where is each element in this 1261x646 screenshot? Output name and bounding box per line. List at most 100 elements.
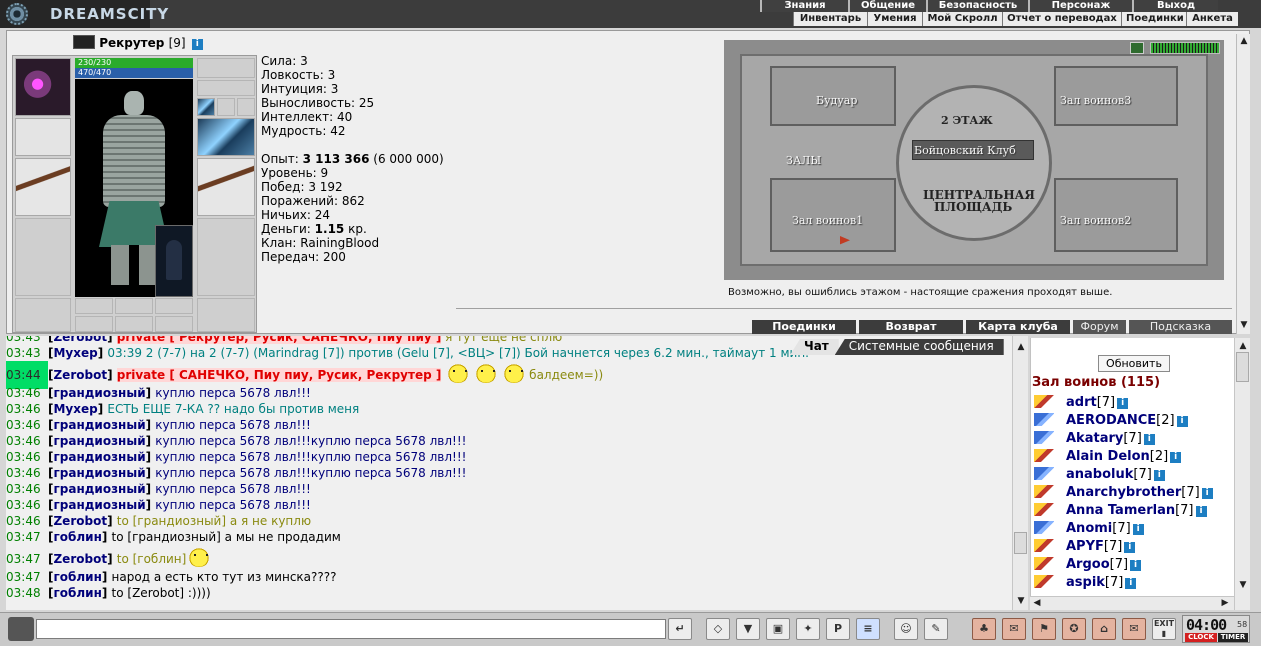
private-arrow-icon[interactable]: [1034, 539, 1054, 552]
smiles-person-icon[interactable]: ✦: [796, 618, 820, 640]
message-nick[interactable]: [грандиозный]: [48, 386, 155, 400]
chat-scroll-thumb[interactable]: [1014, 532, 1027, 554]
user-name[interactable]: Anna Tamerlan: [1066, 503, 1175, 518]
main-scrollbar[interactable]: ▲ ▼: [1236, 34, 1250, 334]
forum-button[interactable]: Форум: [1073, 320, 1126, 334]
menu-security[interactable]: Безопасность: [926, 0, 1028, 12]
info-icon[interactable]: i: [1201, 488, 1213, 499]
hscroll-left-icon[interactable]: ◀: [1032, 598, 1042, 608]
submenu-transfer-report[interactable]: Отчет о переводах: [1002, 12, 1121, 26]
necklace-slot[interactable]: [197, 80, 255, 96]
user-list-item[interactable]: aspik[7] i: [1034, 575, 1213, 593]
user-list-item[interactable]: adrt[7] i: [1034, 395, 1213, 413]
message-nick[interactable]: [грандиозный]: [48, 498, 155, 512]
private-arrow-icon[interactable]: [1034, 413, 1054, 426]
message-time[interactable]: 03:46: [6, 385, 48, 401]
extra-slot-2[interactable]: [237, 98, 255, 116]
amulet-slot[interactable]: [15, 58, 71, 116]
message-nick[interactable]: [гоблин]: [48, 586, 112, 600]
exit-icon[interactable]: EXIT ▮: [1152, 618, 1176, 640]
tab-chat[interactable]: Чат: [790, 339, 839, 355]
ring2-slot[interactable]: [115, 298, 153, 314]
label-square-2[interactable]: ПЛОЩАДЬ: [934, 200, 1012, 214]
userlist-scroll-down-icon[interactable]: ▼: [1238, 580, 1248, 590]
message-time[interactable]: 03:46: [6, 449, 48, 465]
rune2-slot[interactable]: [115, 316, 153, 332]
message-nick[interactable]: [Мухер]: [48, 402, 107, 416]
right-weapon-slot[interactable]: [197, 158, 255, 216]
message-time[interactable]: 03:48: [6, 585, 48, 601]
belt-slot[interactable]: [15, 298, 71, 332]
private-arrow-icon[interactable]: [1034, 467, 1054, 480]
user-list-item[interactable]: Anarchybrother[7] i: [1034, 485, 1213, 503]
pet-image[interactable]: [155, 225, 193, 297]
club-map-button[interactable]: Карта клуба: [966, 320, 1070, 334]
refresh-button[interactable]: Обновить: [1098, 355, 1170, 372]
label-hall2[interactable]: Зал воинов2: [1060, 214, 1131, 227]
sound-control[interactable]: [1130, 42, 1222, 54]
message-time[interactable]: 03:43: [6, 336, 48, 345]
message-nick[interactable]: [гоблин]: [48, 530, 112, 544]
user-list-item[interactable]: anaboluk[7] i: [1034, 467, 1213, 485]
private-arrow-icon[interactable]: [1034, 395, 1054, 408]
user-list-item[interactable]: Argoo[7] i: [1034, 557, 1213, 575]
message-time[interactable]: 03:46: [6, 417, 48, 433]
message-nick[interactable]: [Zerobot]: [48, 368, 117, 382]
menu-exit[interactable]: Выход: [1132, 0, 1218, 12]
message-time[interactable]: 03:46: [6, 433, 48, 449]
message-nick[interactable]: [грандиозный]: [48, 482, 155, 496]
menu-social[interactable]: Общение: [848, 0, 926, 12]
character-avatar[interactable]: [75, 79, 193, 297]
info-icon[interactable]: i: [1195, 506, 1207, 517]
earring-slot[interactable]: [197, 58, 255, 78]
message-time[interactable]: 03:46: [6, 465, 48, 481]
menu-character[interactable]: Персонаж: [1028, 0, 1132, 12]
user-list-item[interactable]: Akatary[7] i: [1034, 431, 1213, 449]
user-list-item[interactable]: Alain Delon[2] i: [1034, 449, 1213, 467]
sound-icon[interactable]: [1130, 42, 1144, 54]
user-list-item[interactable]: APYF[7] i: [1034, 539, 1213, 557]
info-icon[interactable]: i: [1170, 452, 1182, 463]
boots-slot[interactable]: [197, 298, 255, 332]
clock-label[interactable]: CLOCK: [1185, 633, 1217, 642]
chat-scroll-up-icon[interactable]: ▲: [1016, 342, 1026, 352]
message-time[interactable]: 03:47: [6, 569, 48, 585]
info-icon[interactable]: i: [1117, 398, 1129, 409]
userlist-scroll-up-icon[interactable]: ▲: [1238, 341, 1248, 351]
info-icon[interactable]: i: [1125, 578, 1137, 589]
user-name[interactable]: Anarchybrother: [1066, 485, 1181, 500]
userlist-scrollbar[interactable]: ▲ ▼: [1234, 338, 1250, 610]
hscroll-right-icon[interactable]: ▶: [1220, 598, 1230, 608]
chat-scroll-down-icon[interactable]: ▼: [1016, 596, 1026, 606]
label-boudoir[interactable]: Будуар: [816, 94, 857, 107]
user-name[interactable]: Anomi: [1066, 521, 1112, 536]
message-time[interactable]: 03:46: [6, 401, 48, 417]
message-nick[interactable]: [грандиозный]: [48, 450, 155, 464]
send-icon[interactable]: ↵: [668, 618, 692, 640]
info-icon[interactable]: i: [1176, 416, 1188, 427]
private-arrow-icon[interactable]: [1034, 557, 1054, 570]
message-time[interactable]: 03:47: [6, 529, 48, 545]
smiley-icon[interactable]: ☺: [894, 618, 918, 640]
translit-icon[interactable]: ✎: [924, 618, 948, 640]
chat-mode-icon[interactable]: [8, 617, 34, 641]
message-input[interactable]: [36, 619, 666, 639]
message-nick[interactable]: [грандиозный]: [48, 434, 155, 448]
info-icon[interactable]: i: [1143, 434, 1155, 445]
userlist-scroll-thumb[interactable]: [1236, 352, 1249, 382]
userlist-hscrollbar[interactable]: ◀ ▶: [1030, 596, 1234, 610]
label-hall1[interactable]: Зал воинов1: [792, 214, 863, 227]
legs-slot[interactable]: [197, 218, 255, 296]
mail-icon[interactable]: ✉: [1122, 618, 1146, 640]
user-list-item[interactable]: AERODANCE[2] i: [1034, 413, 1213, 431]
scroll-down-icon[interactable]: ▼: [1239, 320, 1249, 330]
private-arrow-icon[interactable]: [1034, 503, 1054, 516]
rune1-slot[interactable]: [75, 316, 113, 332]
user-name[interactable]: Argoo: [1066, 557, 1110, 572]
central-square[interactable]: [896, 85, 1052, 241]
info-icon[interactable]: i: [1130, 560, 1142, 571]
gloves-slot[interactable]: [197, 118, 255, 156]
submenu-skills[interactable]: Умения: [867, 12, 922, 26]
ring1-slot[interactable]: [75, 298, 113, 314]
submenu-inventory[interactable]: Инвентарь: [793, 12, 867, 26]
